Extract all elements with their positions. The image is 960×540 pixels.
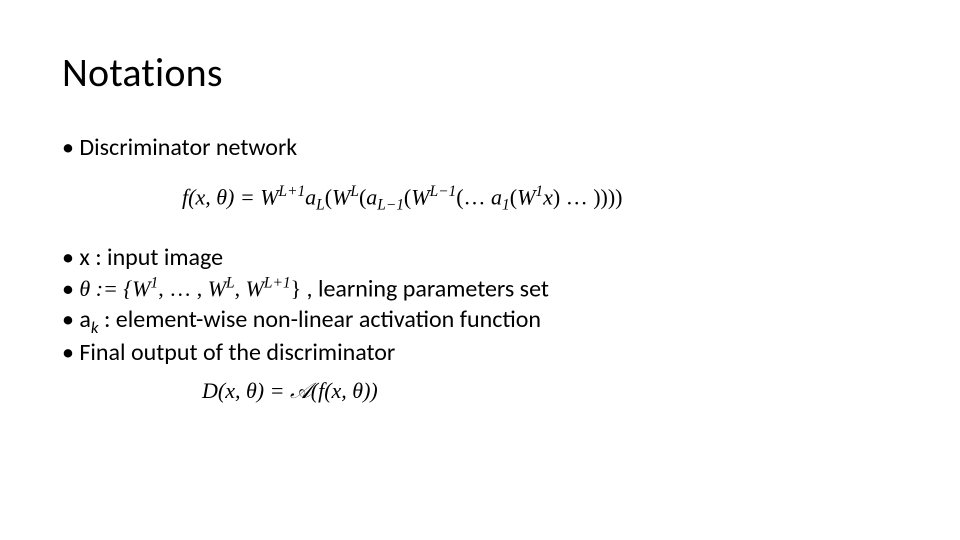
formula-W-L: W [332, 184, 350, 209]
formula-sub-1: 1 [502, 196, 510, 213]
formula-dots-1: … [464, 184, 492, 209]
theta-tail-text: , learning parameters set [301, 274, 549, 303]
paren-close-all: )))) [593, 184, 622, 209]
theta-W1: W [132, 276, 150, 301]
formula-W-Lp1: W [260, 184, 278, 209]
ak-sub-k: k [91, 317, 99, 338]
bullet-theta-params: • θ := {W1, … , WL, WL+1} , learning par… [62, 274, 898, 305]
formula-W-Lm1: W [411, 184, 429, 209]
formula-W-1: W [517, 184, 535, 209]
formula-dots-2: … [560, 184, 593, 209]
theta-WL: W [208, 276, 226, 301]
ak-tail-text: : element-wise non-linear activation fun… [99, 305, 541, 334]
theta-comma-2: , [235, 276, 246, 301]
formula-sup-1: 1 [535, 183, 543, 200]
slide: Notations Discriminator network f(x, θ) … [0, 0, 960, 540]
theta-comma-1: , … , [158, 276, 208, 301]
formula-aL: a [305, 184, 316, 209]
ak-symbol: a [79, 305, 91, 334]
theta-WLp1: W [246, 276, 264, 301]
formula-sub-Lm1: L−1 [377, 196, 404, 213]
theta-lhs: θ := { [79, 276, 132, 301]
formula-lhs: f(x, θ) = [182, 184, 260, 209]
theta-sup-Lp1: L+1 [264, 275, 291, 292]
formula-sup-L: L [350, 183, 359, 200]
formula-discriminator-composition: f(x, θ) = WL+1aL(WL(aL−1(WL−1(… a1(W1x) … [62, 164, 898, 243]
paren-open-5: ( [510, 184, 517, 209]
slide-body: Discriminator network f(x, θ) = WL+1aL(W… [62, 133, 898, 409]
theta-sup-L: L [226, 275, 235, 292]
formula-sup-Lp1: L+1 [279, 183, 306, 200]
formula-sup-Lm1: L−1 [430, 183, 457, 200]
bullet-final-output: Final output of the discriminator [62, 338, 898, 369]
paren-open-4: ( [456, 184, 463, 209]
bullet-discriminator-network: Discriminator network [62, 133, 898, 164]
formula-x: x [543, 184, 553, 209]
bullet-x-input-image: x : input image [62, 243, 898, 274]
paren-open-1: ( [325, 184, 332, 209]
formula-aLm1: a [366, 184, 377, 209]
theta-close-brace: } [291, 276, 302, 301]
bullet-dot-icon: • [62, 274, 79, 303]
formula-sub-L: L [316, 196, 325, 213]
formula-a1: a [491, 184, 502, 209]
bullet-dot-icon: • [62, 305, 79, 334]
theta-set-formula: θ := {W1, … , WL, WL+1} [79, 276, 301, 301]
formula-final-output: D(x, θ) = 𝒜(f(x, θ)) [62, 369, 898, 409]
bullet-ak-activation: • ak : element-wise non-linear activatio… [62, 305, 898, 338]
slide-title: Notations [62, 48, 898, 97]
